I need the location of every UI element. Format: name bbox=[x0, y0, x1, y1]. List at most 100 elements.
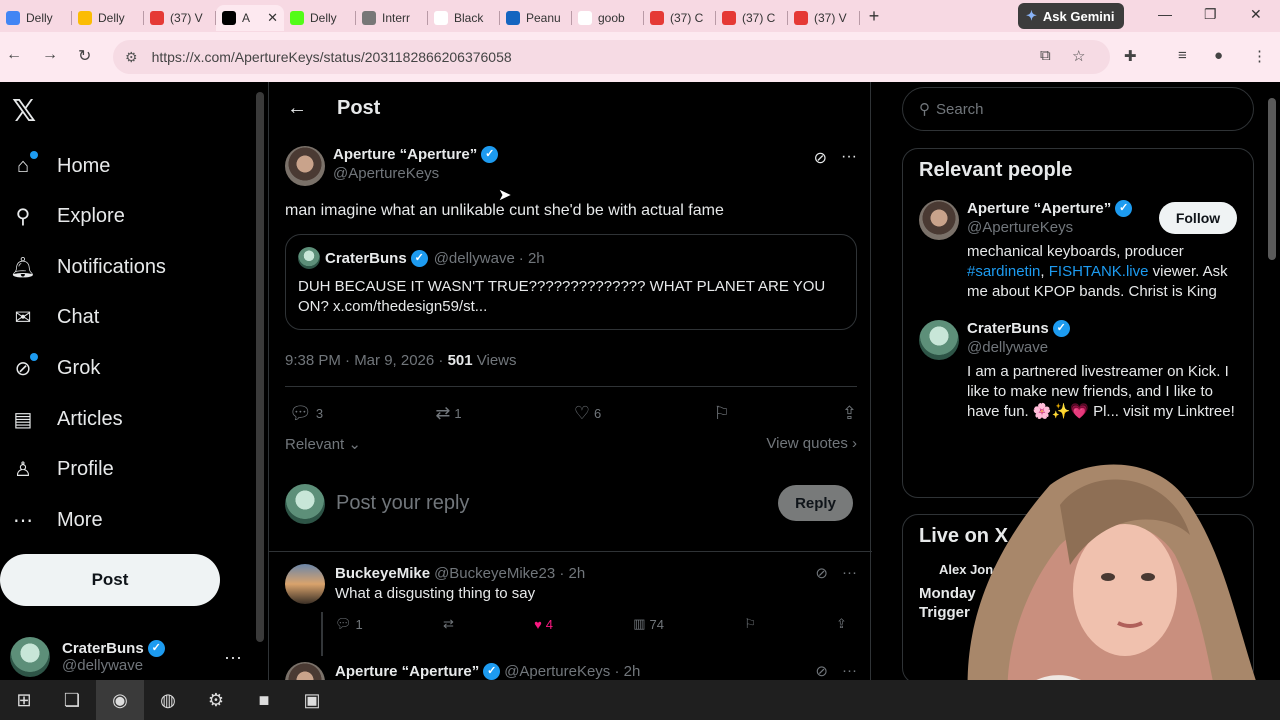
reply-button[interactable]: 💬︎ 3 bbox=[289, 403, 323, 424]
reply-submit-button[interactable]: Reply bbox=[778, 485, 853, 521]
person-item[interactable]: CraterBuns ✓ @dellywave I am a partnered … bbox=[919, 320, 1237, 422]
browser-tab[interactable]: Delly bbox=[0, 5, 72, 31]
back-arrow-icon[interactable]: ← bbox=[6, 46, 22, 64]
mail-icon: ✉ bbox=[14, 307, 32, 330]
browser-tab[interactable]: (37) V bbox=[788, 5, 860, 31]
search-input[interactable]: ⚲ Search bbox=[902, 87, 1254, 131]
close-tab-icon[interactable]: ✕ bbox=[267, 10, 278, 26]
grok-icon: ⊘ bbox=[10, 353, 38, 381]
account-switcher[interactable]: CraterBuns ✓ @dellywave ··· bbox=[10, 634, 242, 680]
reload-icon[interactable]: ↻ bbox=[78, 46, 91, 66]
grok-icon[interactable]: ⊘ bbox=[815, 662, 828, 680]
reply-input[interactable]: Post your reply bbox=[336, 492, 469, 515]
streamer-webcam-image bbox=[967, 464, 1270, 720]
scrollbar[interactable] bbox=[256, 92, 264, 642]
restore-icon[interactable]: ❐ bbox=[1204, 6, 1217, 23]
menu-icon[interactable]: ⋮ bbox=[1252, 47, 1267, 65]
install-icon[interactable]: ⧉ bbox=[1040, 47, 1051, 64]
kick-icon[interactable]: ▣ bbox=[288, 680, 336, 720]
views-button[interactable]: ▥ 74 bbox=[633, 616, 664, 632]
avatar[interactable] bbox=[285, 662, 325, 680]
bookmark-button[interactable]: ⚐ bbox=[744, 616, 756, 632]
share-button[interactable]: ⇪ bbox=[836, 616, 847, 632]
avatar[interactable] bbox=[919, 200, 959, 240]
browser-tab[interactable]: goob bbox=[572, 5, 644, 31]
more-dots-icon[interactable]: ··· bbox=[841, 148, 857, 186]
more-dots-icon[interactable]: ··· bbox=[224, 647, 242, 668]
nav-item-notifications[interactable]: 🔔︎ Notifications bbox=[10, 245, 166, 289]
browser-tab[interactable]: Peanu bbox=[500, 5, 572, 31]
app-icon[interactable]: ■ bbox=[240, 680, 288, 720]
nav-item-profile[interactable]: ♙ Profile bbox=[10, 448, 114, 492]
repost-button[interactable]: ⇄ bbox=[443, 616, 454, 632]
grok-icon[interactable]: ⊘ bbox=[814, 148, 827, 186]
avatar[interactable] bbox=[285, 564, 325, 604]
forward-arrow-icon[interactable]: → bbox=[42, 46, 58, 64]
more-dots-icon[interactable]: ··· bbox=[842, 662, 857, 680]
ask-gemini-button[interactable]: ✦ Ask Gemini bbox=[1018, 3, 1124, 29]
reply-button[interactable]: 💬︎ 1 bbox=[335, 616, 363, 632]
new-tab-button[interactable]: + bbox=[860, 6, 888, 27]
browser-tab[interactable]: A ✕ bbox=[216, 5, 284, 31]
post-button[interactable]: Post bbox=[0, 554, 220, 606]
grok-icon[interactable]: ⊘ bbox=[815, 564, 828, 582]
reply-composer: Post your reply Reply bbox=[269, 464, 872, 552]
reply-text: What a disgusting thing to say bbox=[335, 585, 536, 602]
follow-button[interactable]: Follow bbox=[1159, 202, 1237, 234]
browser-tab[interactable]: (37) V bbox=[144, 5, 216, 31]
url-input[interactable]: ⚙ https://x.com/ApertureKeys/status/2031… bbox=[113, 40, 1110, 74]
nav-item-more[interactable]: ⋯ More bbox=[10, 498, 103, 542]
nav-item-chat[interactable]: ✉ Chat bbox=[10, 296, 100, 340]
browser-tab[interactable]: (37) C bbox=[644, 5, 716, 31]
nav-item-explore[interactable]: ⚲ Explore bbox=[10, 195, 125, 239]
view-quotes-link[interactable]: View quotes › bbox=[766, 435, 857, 453]
bookmark-button[interactable]: ⚐ bbox=[714, 403, 730, 424]
steam-icon[interactable]: ⚙ bbox=[192, 680, 240, 720]
articles-icon: ▤ bbox=[13, 408, 33, 431]
browser-tab[interactable]: Interr bbox=[356, 5, 428, 31]
browser-tab[interactable]: Delly bbox=[284, 5, 356, 31]
nav-item-articles[interactable]: ▤ Articles bbox=[10, 397, 123, 441]
browser-tab[interactable]: Delly bbox=[72, 5, 144, 31]
person-item[interactable]: Aperture “Aperture” ✓ @ApertureKeys Follo… bbox=[919, 200, 1237, 302]
like-button[interactable]: ♥ 4 bbox=[534, 616, 553, 632]
avatar[interactable] bbox=[919, 320, 959, 360]
verified-badge-icon: ✓ bbox=[481, 146, 499, 163]
x-logo-icon[interactable]: 𝕏 bbox=[12, 94, 36, 129]
repost-button[interactable]: ⇄ 1 bbox=[435, 403, 461, 424]
media-icon[interactable]: ≡ bbox=[1178, 47, 1187, 64]
profile-icon[interactable]: ● bbox=[1214, 47, 1223, 64]
webcam-overlay bbox=[940, 445, 1280, 720]
author-handle[interactable]: @ApertureKeys bbox=[333, 165, 498, 182]
tab-separator bbox=[859, 11, 860, 25]
nav-item-home[interactable]: ⌂ Home bbox=[10, 144, 110, 188]
tab-favicon-icon bbox=[722, 11, 736, 25]
share-button[interactable]: ⇪ bbox=[842, 403, 857, 424]
heart-icon: ♥ bbox=[534, 616, 542, 632]
author-name[interactable]: Aperture “Aperture” bbox=[333, 146, 477, 163]
quoted-post[interactable]: CraterBuns ✓ @dellywave · 2h DUH BECAUSE … bbox=[285, 234, 857, 330]
minimize-icon[interactable]: — bbox=[1158, 6, 1172, 22]
bookmark-star-icon[interactable]: ☆ bbox=[1072, 47, 1085, 65]
sort-dropdown[interactable]: Relevant ⌄ bbox=[285, 435, 361, 453]
avatar bbox=[285, 484, 325, 524]
browser-tab[interactable]: Black bbox=[428, 5, 500, 31]
like-button[interactable]: ♡ 6 bbox=[574, 403, 601, 424]
task-view-icon[interactable]: ❏ bbox=[48, 680, 96, 720]
tab-favicon-icon bbox=[506, 11, 520, 25]
tab-favicon-icon bbox=[78, 11, 92, 25]
scrollbar[interactable] bbox=[1268, 98, 1276, 260]
site-info-icon[interactable]: ⚙ bbox=[125, 49, 138, 66]
avatar[interactable] bbox=[285, 146, 325, 186]
windows-start-icon[interactable]: ⊞ bbox=[0, 680, 48, 720]
extensions-icon[interactable]: ✚ bbox=[1124, 47, 1137, 65]
browser-tab[interactable]: (37) C bbox=[716, 5, 788, 31]
back-arrow-icon[interactable]: ← bbox=[287, 97, 307, 120]
reply-post[interactable]: BuckeyeMike @BuckeyeMike23 · 2h ⊘ ··· Wha… bbox=[285, 564, 857, 656]
nav-item-grok[interactable]: ⊘ Grok bbox=[10, 346, 100, 390]
close-window-icon[interactable]: ✕ bbox=[1250, 6, 1262, 23]
discord-icon[interactable]: ◍ bbox=[144, 680, 192, 720]
chrome-icon[interactable]: ◉ bbox=[96, 680, 144, 720]
reply-post[interactable]: Aperture “Aperture” ✓ @ApertureKeys · 2h … bbox=[285, 662, 857, 680]
more-dots-icon[interactable]: ··· bbox=[842, 564, 857, 582]
